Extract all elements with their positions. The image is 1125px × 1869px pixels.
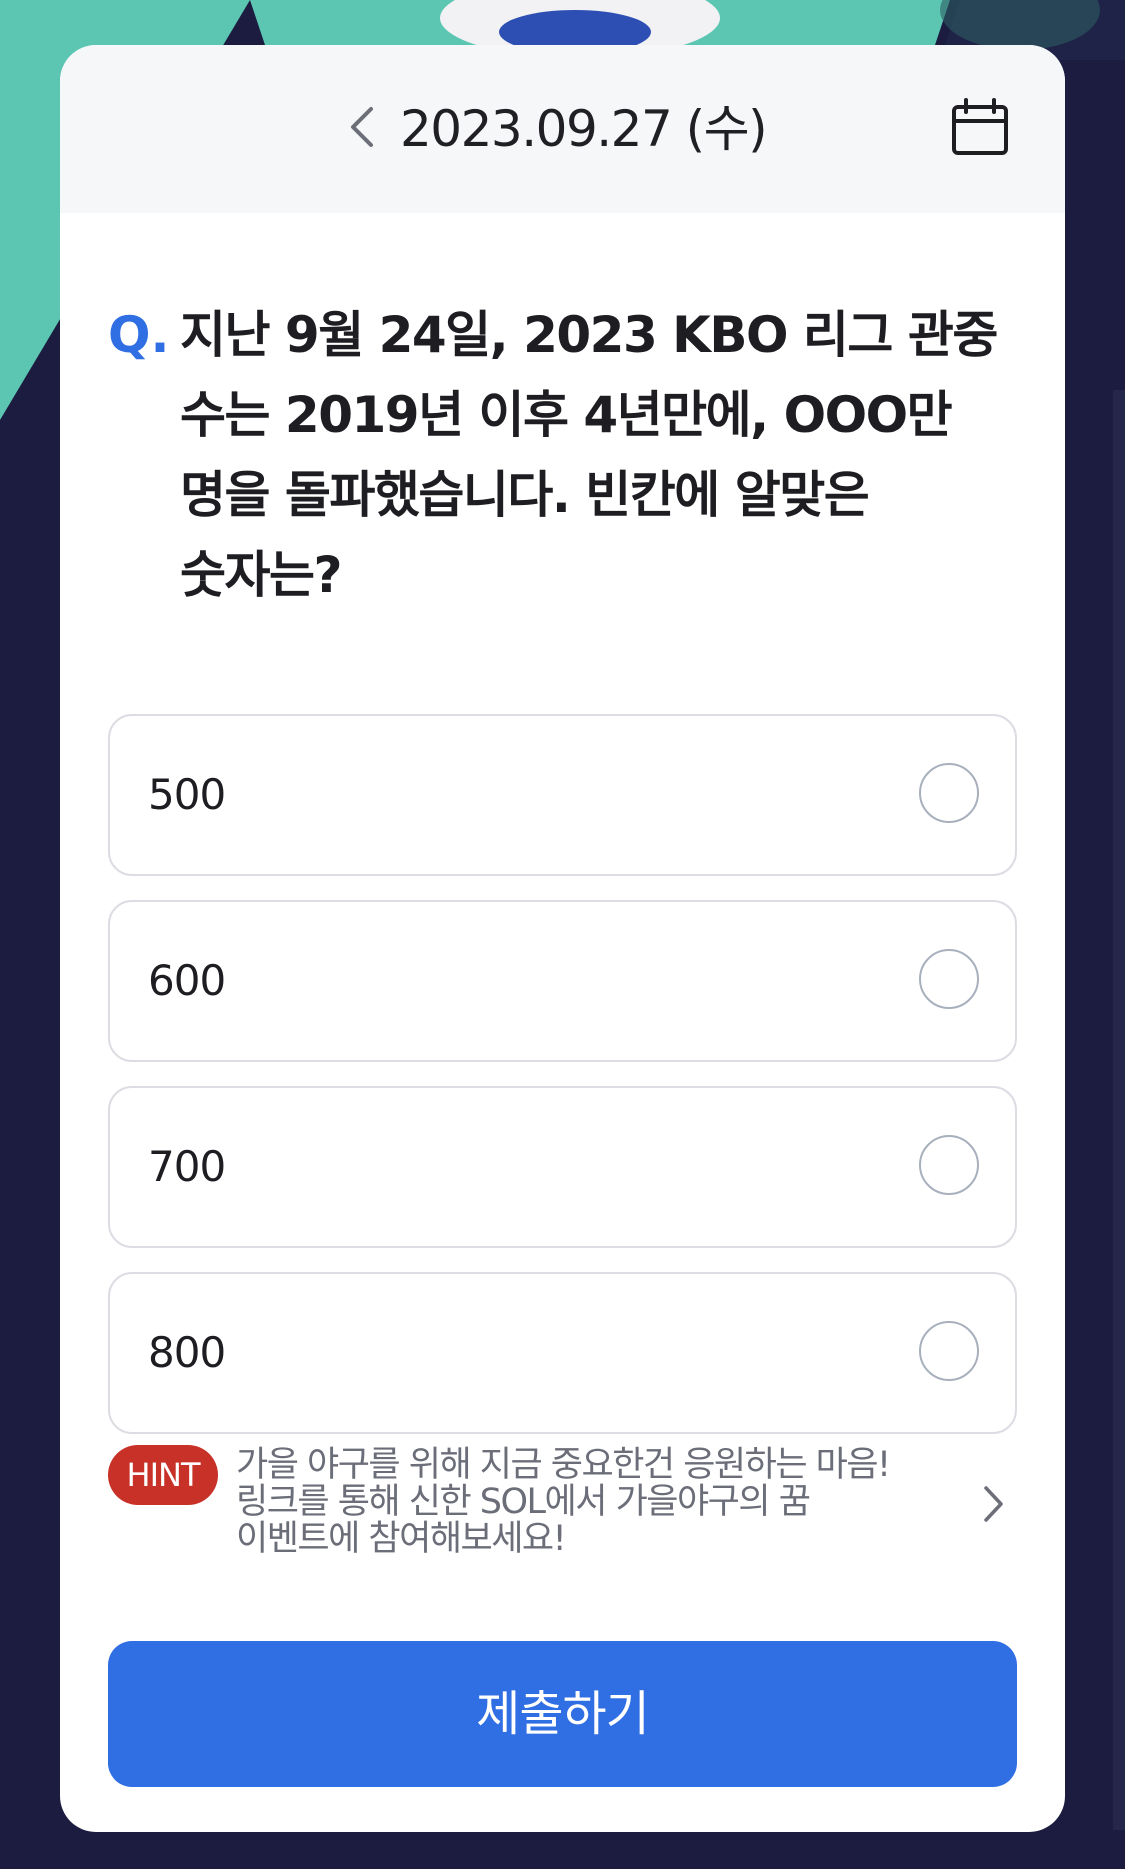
option-500[interactable]: 500 [108,714,1017,876]
option-label: 500 [148,770,226,819]
question-prefix: Q. [108,306,170,364]
scroll-indicator [1113,390,1125,1830]
radio-button[interactable] [919,763,979,823]
calendar-icon [952,98,1008,155]
option-700[interactable]: 700 [108,1086,1017,1248]
calendar-button[interactable] [948,95,1012,159]
option-800[interactable]: 800 [108,1272,1017,1434]
question-text: 지난 9월 24일, 2023 KBO 리그 관중 수는 2019년 이후 4년… [180,306,998,604]
quiz-card: 2023.09.27 (수) Q. 지난 9월 24일, 2023 KBO 리그… [60,45,1065,1832]
hint-link[interactable]: HINT 가을 야구를 위해 지금 중요한건 응원하는 마음! 링크를 통해 신… [108,1445,1017,1565]
chevron-left-icon [351,107,373,147]
radio-button[interactable] [919,949,979,1009]
question: Q. 지난 9월 24일, 2023 KBO 리그 관중 수는 2019년 이후… [108,295,1023,675]
date-header: 2023.09.27 (수) [60,45,1065,213]
option-label: 800 [148,1328,226,1377]
hint-text: 가을 야구를 위해 지금 중요한건 응원하는 마음! 링크를 통해 신한 SOL… [236,1445,891,1559]
current-date: 2023.09.27 (수) [400,100,768,158]
option-600[interactable]: 600 [108,900,1017,1062]
radio-button[interactable] [919,1321,979,1381]
radio-button[interactable] [919,1135,979,1195]
option-label: 700 [148,1142,226,1191]
option-label: 600 [148,956,226,1005]
chevron-right-icon [984,1486,1003,1522]
prev-date-button[interactable] [332,97,392,157]
submit-button[interactable]: 제출하기 [108,1641,1017,1787]
hint-badge: HINT [108,1445,218,1505]
hint-chevron [975,1479,1011,1529]
